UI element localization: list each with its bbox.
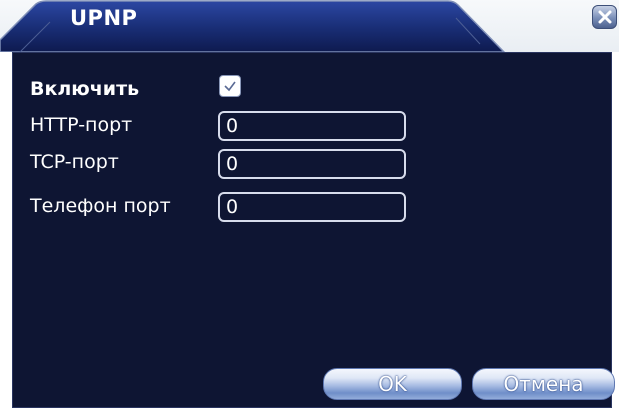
ok-button[interactable]: OK xyxy=(323,368,462,400)
phone-port-label: Телефон порт xyxy=(30,195,171,217)
enable-label: Включить xyxy=(30,78,140,100)
upnp-dialog: UPNP Включить HTTP-порт TCP-порт Телефон… xyxy=(0,0,619,418)
check-icon xyxy=(224,81,236,92)
title-bar: UPNP xyxy=(0,0,619,52)
settings-panel xyxy=(12,52,612,408)
cancel-button[interactable]: Отмена xyxy=(472,368,615,400)
http-port-label: HTTP-порт xyxy=(30,114,133,136)
http-port-input[interactable] xyxy=(218,111,406,141)
enable-checkbox[interactable] xyxy=(219,75,241,97)
dialog-title: UPNP xyxy=(70,6,138,30)
phone-port-input[interactable] xyxy=(218,192,406,222)
tcp-port-input[interactable] xyxy=(218,149,406,179)
close-button[interactable] xyxy=(592,5,617,29)
close-x-icon xyxy=(598,10,612,24)
tcp-port-label: TCP-порт xyxy=(30,151,119,173)
